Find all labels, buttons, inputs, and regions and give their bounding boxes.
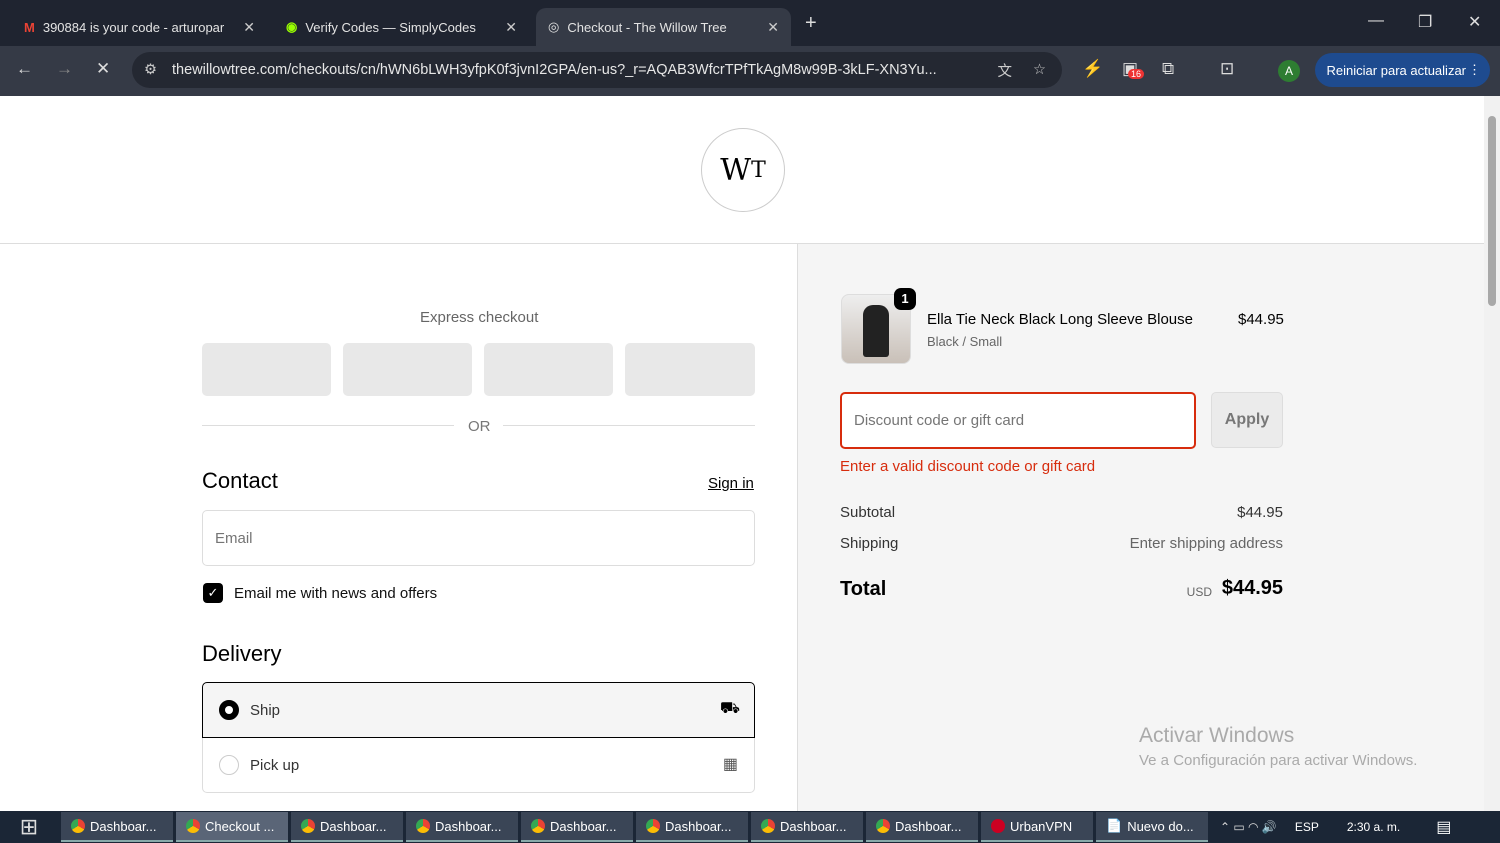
toolbar: ← → ✕ ⚙ thewillowtree.com/checkouts/cn/h…	[0, 46, 1500, 96]
newsletter-label: Email me with news and offers	[234, 585, 438, 602]
subtotal-value: $44.95	[1237, 504, 1283, 521]
notifications-icon[interactable]: ▤	[1436, 817, 1451, 837]
delivery-option-pickup[interactable]: Pick up ▦	[202, 738, 755, 793]
taskbar-item[interactable]: Dashboar...	[521, 812, 633, 842]
close-icon[interactable]: ✕	[243, 19, 255, 36]
taskbar-item[interactable]: Dashboar...	[636, 812, 748, 842]
close-icon[interactable]: ✕	[767, 19, 779, 36]
discount-code-input[interactable]	[840, 392, 1196, 449]
taskbar-item[interactable]: Dashboar...	[61, 812, 173, 842]
taskbar-item[interactable]: Checkout ...	[176, 812, 288, 842]
chrome-icon	[646, 819, 660, 833]
express-button[interactable]	[202, 343, 331, 396]
chrome-icon	[531, 819, 545, 833]
chrome-icon	[876, 819, 890, 833]
menu-icon[interactable]: ⋮	[1468, 62, 1481, 78]
tab-gmail[interactable]: M 390884 is your code - arturopar ✕	[12, 8, 267, 46]
total-value: $44.95	[1221, 577, 1283, 599]
product-name: Ella Tie Neck Black Long Sleeve Blouse	[927, 311, 1193, 328]
product-variant: Black / Small	[927, 334, 1003, 349]
profile-avatar[interactable]: A	[1278, 60, 1300, 82]
tab-checkout[interactable]: ◎ Checkout - The Willow Tree ✕	[536, 8, 791, 46]
product-price: $44.95	[1238, 311, 1284, 328]
taskbar-item[interactable]: Dashboar...	[866, 812, 978, 842]
email-input[interactable]	[202, 510, 755, 566]
translate-icon[interactable]: 文	[998, 60, 1013, 81]
notepad-icon: 📄	[1106, 818, 1123, 833]
clock[interactable]: 2:30 a. m.	[1347, 820, 1400, 834]
update-button[interactable]: Reiniciar para actualizar ⋮	[1314, 53, 1490, 87]
tab-search-icon[interactable]: ⊡	[1220, 59, 1234, 79]
divider	[503, 425, 755, 426]
new-tab-button[interactable]: +	[805, 12, 817, 35]
scrollbar[interactable]	[1484, 96, 1500, 811]
discount-error: Enter a valid discount code or gift card	[840, 458, 1096, 475]
chrome-icon	[186, 819, 200, 833]
close-icon[interactable]: ✕	[505, 19, 517, 36]
taskbar-item[interactable]: Dashboar...	[751, 812, 863, 842]
urbanvpn-icon	[991, 819, 1005, 833]
express-button[interactable]	[625, 343, 755, 396]
express-button[interactable]	[484, 343, 613, 396]
gmail-icon: M	[24, 19, 35, 35]
tray-icons[interactable]: ⌃ ▭ ◠ 🔊	[1220, 820, 1277, 834]
delivery-option-ship[interactable]: Ship ⛟	[202, 682, 755, 738]
taskbar-item[interactable]: Dashboar...	[406, 812, 518, 842]
tab-simplycodes[interactable]: ◉ Verify Codes — SimplyCodes ✕	[274, 8, 529, 46]
divider	[202, 425, 454, 426]
close-window-button[interactable]: ✕	[1468, 12, 1481, 32]
scroll-thumb[interactable]	[1488, 116, 1496, 306]
shipping-label: Shipping	[840, 535, 899, 552]
store-icon: ▦	[722, 756, 738, 773]
extension-icon[interactable]: ▣16	[1122, 59, 1145, 79]
header: WT	[0, 96, 1484, 244]
task-view-icon[interactable]: ⊞	[0, 814, 58, 840]
watermark-sub: Ve a Configuración para activar Windows.	[1139, 752, 1418, 769]
back-icon[interactable]: ←	[16, 59, 33, 79]
quantity-badge: 1	[894, 288, 916, 310]
language-indicator[interactable]: ESP	[1295, 820, 1319, 834]
restore-button[interactable]: ❐	[1418, 12, 1432, 32]
chrome-icon	[301, 819, 315, 833]
forward-icon[interactable]: →	[56, 59, 73, 79]
extensions-puzzle-icon[interactable]: ⧉	[1162, 59, 1174, 79]
newsletter-checkbox[interactable]: ✓	[203, 583, 223, 603]
chrome-icon	[761, 819, 775, 833]
contact-heading: Contact	[202, 468, 278, 493]
sign-in-link[interactable]: Sign in	[708, 475, 754, 492]
or-divider: OR	[468, 418, 491, 435]
site-info-icon[interactable]: ⚙	[144, 62, 157, 78]
minimize-button[interactable]: —	[1368, 12, 1384, 30]
order-summary: 1 Ella Tie Neck Black Long Sleeve Blouse…	[797, 244, 1484, 811]
express-button[interactable]	[343, 343, 472, 396]
shipping-value: Enter shipping address	[1129, 535, 1283, 552]
taskbar-item[interactable]: Dashboar...	[291, 812, 403, 842]
watermark-title: Activar Windows	[1139, 724, 1295, 747]
apply-button[interactable]: Apply	[1211, 392, 1283, 448]
truck-icon: ⛟	[719, 700, 740, 717]
taskbar: ⊞ Dashboar... Checkout ... Dashboar... D…	[0, 811, 1500, 843]
chrome-icon	[71, 819, 85, 833]
chrome-icon	[416, 819, 430, 833]
delivery-heading: Delivery	[202, 641, 282, 666]
willowtree-icon: ◎	[548, 19, 560, 34]
extension-icon[interactable]: ⚡	[1082, 59, 1103, 79]
taskbar-item[interactable]: 📄 Nuevo do...	[1096, 812, 1208, 842]
willowtree-logo[interactable]: WT	[701, 128, 785, 212]
radio-unselected[interactable]	[219, 755, 239, 775]
express-checkout-title: Express checkout	[420, 309, 539, 326]
simplycodes-icon: ◉	[286, 19, 298, 34]
currency: USD	[1186, 585, 1212, 599]
subtotal-label: Subtotal	[840, 504, 896, 521]
address-bar[interactable]: ⚙ thewillowtree.com/checkouts/cn/hWN6bLW…	[132, 52, 1062, 88]
checkout-page: WT 1 Ella Tie Neck Black Long Sleeve Blo…	[0, 96, 1484, 811]
stop-icon[interactable]: ✕	[96, 59, 110, 79]
total-label: Total	[840, 578, 887, 600]
radio-selected[interactable]	[219, 700, 239, 720]
taskbar-item[interactable]: UrbanVPN	[981, 812, 1093, 842]
tab-bar: M 390884 is your code - arturopar ✕ ◉ Verif…	[0, 0, 1500, 46]
bookmark-star-icon[interactable]: ☆	[1033, 62, 1046, 78]
